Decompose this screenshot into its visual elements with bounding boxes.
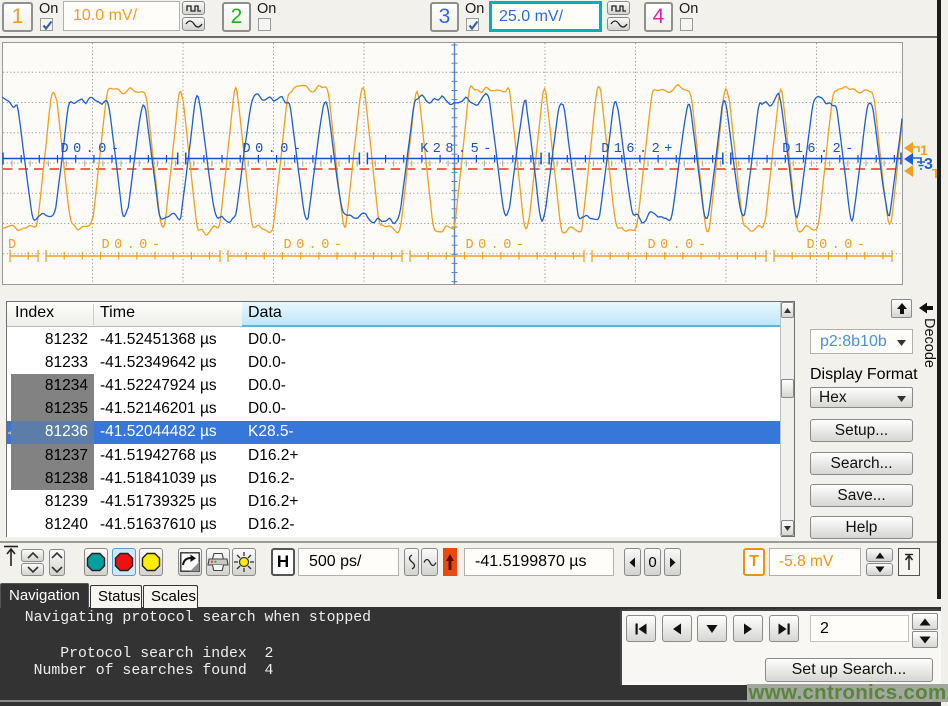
svg-text:D0.0-: D0.0- (60, 142, 123, 157)
svg-text:D0.0-: D0.0- (465, 238, 528, 253)
svg-text:D0.0-: D0.0- (101, 238, 164, 253)
svg-text:D: D (8, 238, 21, 253)
svg-text:D16.2-: D16.2- (782, 142, 858, 157)
svg-text:D0.0-: D0.0- (283, 238, 346, 253)
svg-text:D0.0-: D0.0- (647, 238, 710, 253)
svg-text:D16.2+: D16.2+ (601, 142, 677, 157)
svg-text:D0.0-: D0.0- (242, 142, 305, 157)
svg-text:K28.5-: K28.5- (420, 142, 496, 157)
svg-text:D0.0-: D0.0- (806, 238, 869, 253)
